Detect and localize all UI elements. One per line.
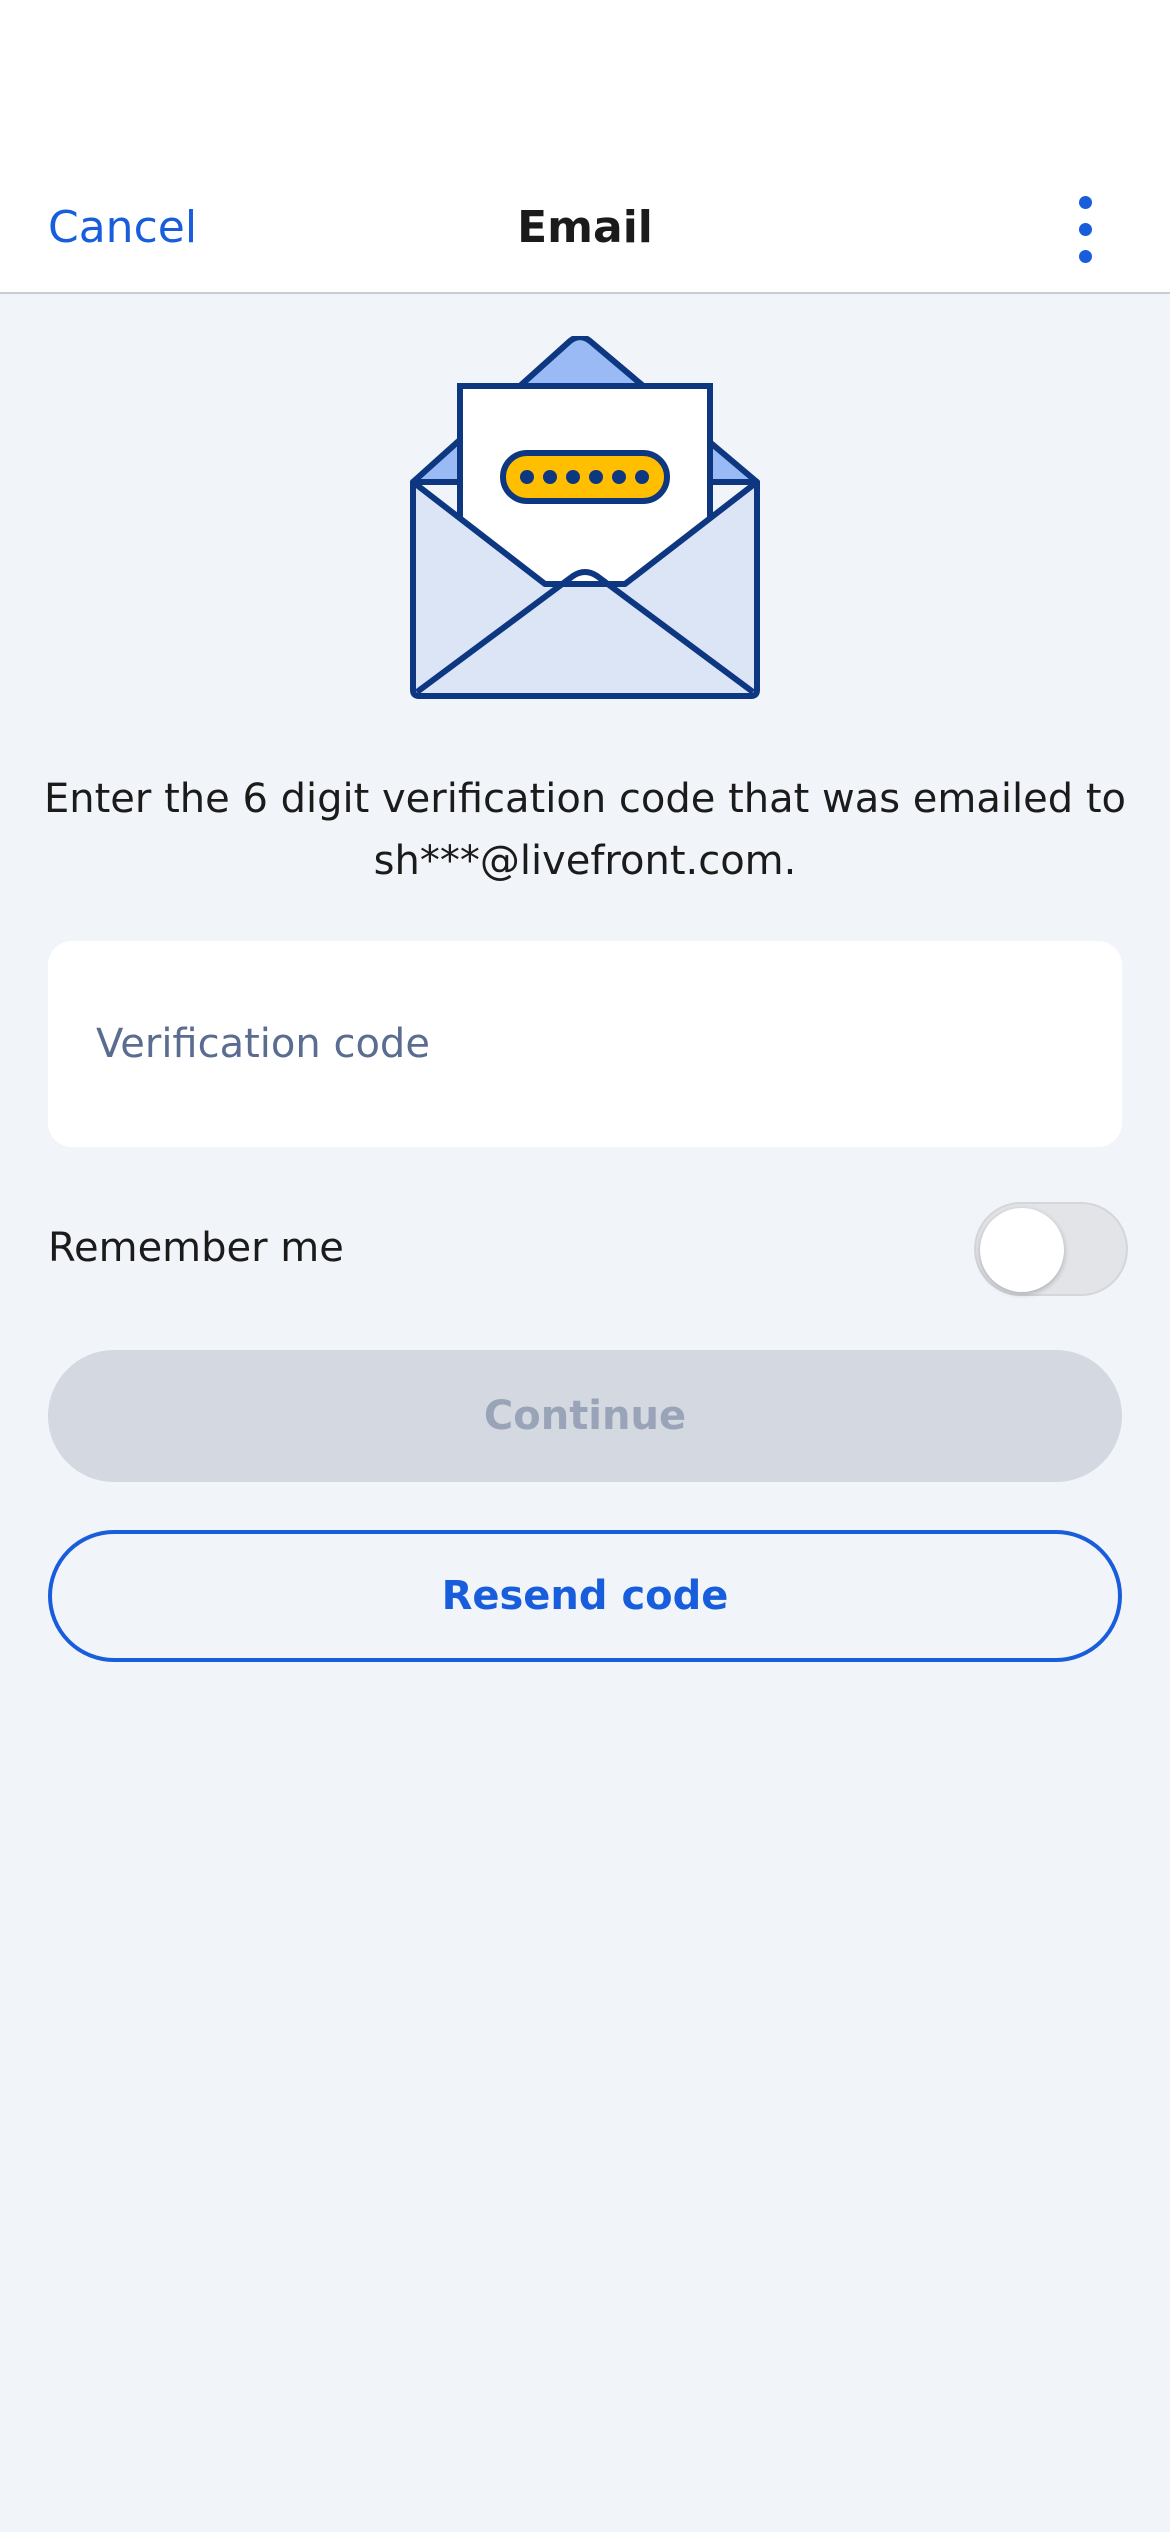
remember-me-label: Remember me	[48, 1225, 344, 1271]
navigation-bar: Cancel Email	[0, 0, 1170, 294]
verification-code-input[interactable]	[96, 941, 1086, 1147]
instruction-line-2: sh***@livefront.com.	[373, 838, 797, 884]
continue-button[interactable]: Continue	[48, 1350, 1122, 1482]
remember-me-toggle[interactable]	[974, 1202, 1128, 1296]
verification-code-field	[48, 941, 1122, 1147]
instruction-line-1: Enter the 6 digit verification code that…	[44, 776, 1126, 822]
instruction-text: Enter the 6 digit verification code that…	[40, 768, 1130, 892]
resend-code-button[interactable]: Resend code	[48, 1530, 1122, 1662]
verification-screen: Cancel Email Enter the 6 digit verificat…	[0, 0, 1170, 2532]
open-envelope-icon	[410, 336, 760, 699]
toggle-knob	[980, 1208, 1064, 1292]
more-vertical-icon[interactable]	[1060, 190, 1110, 270]
page-title: Email	[517, 202, 653, 253]
